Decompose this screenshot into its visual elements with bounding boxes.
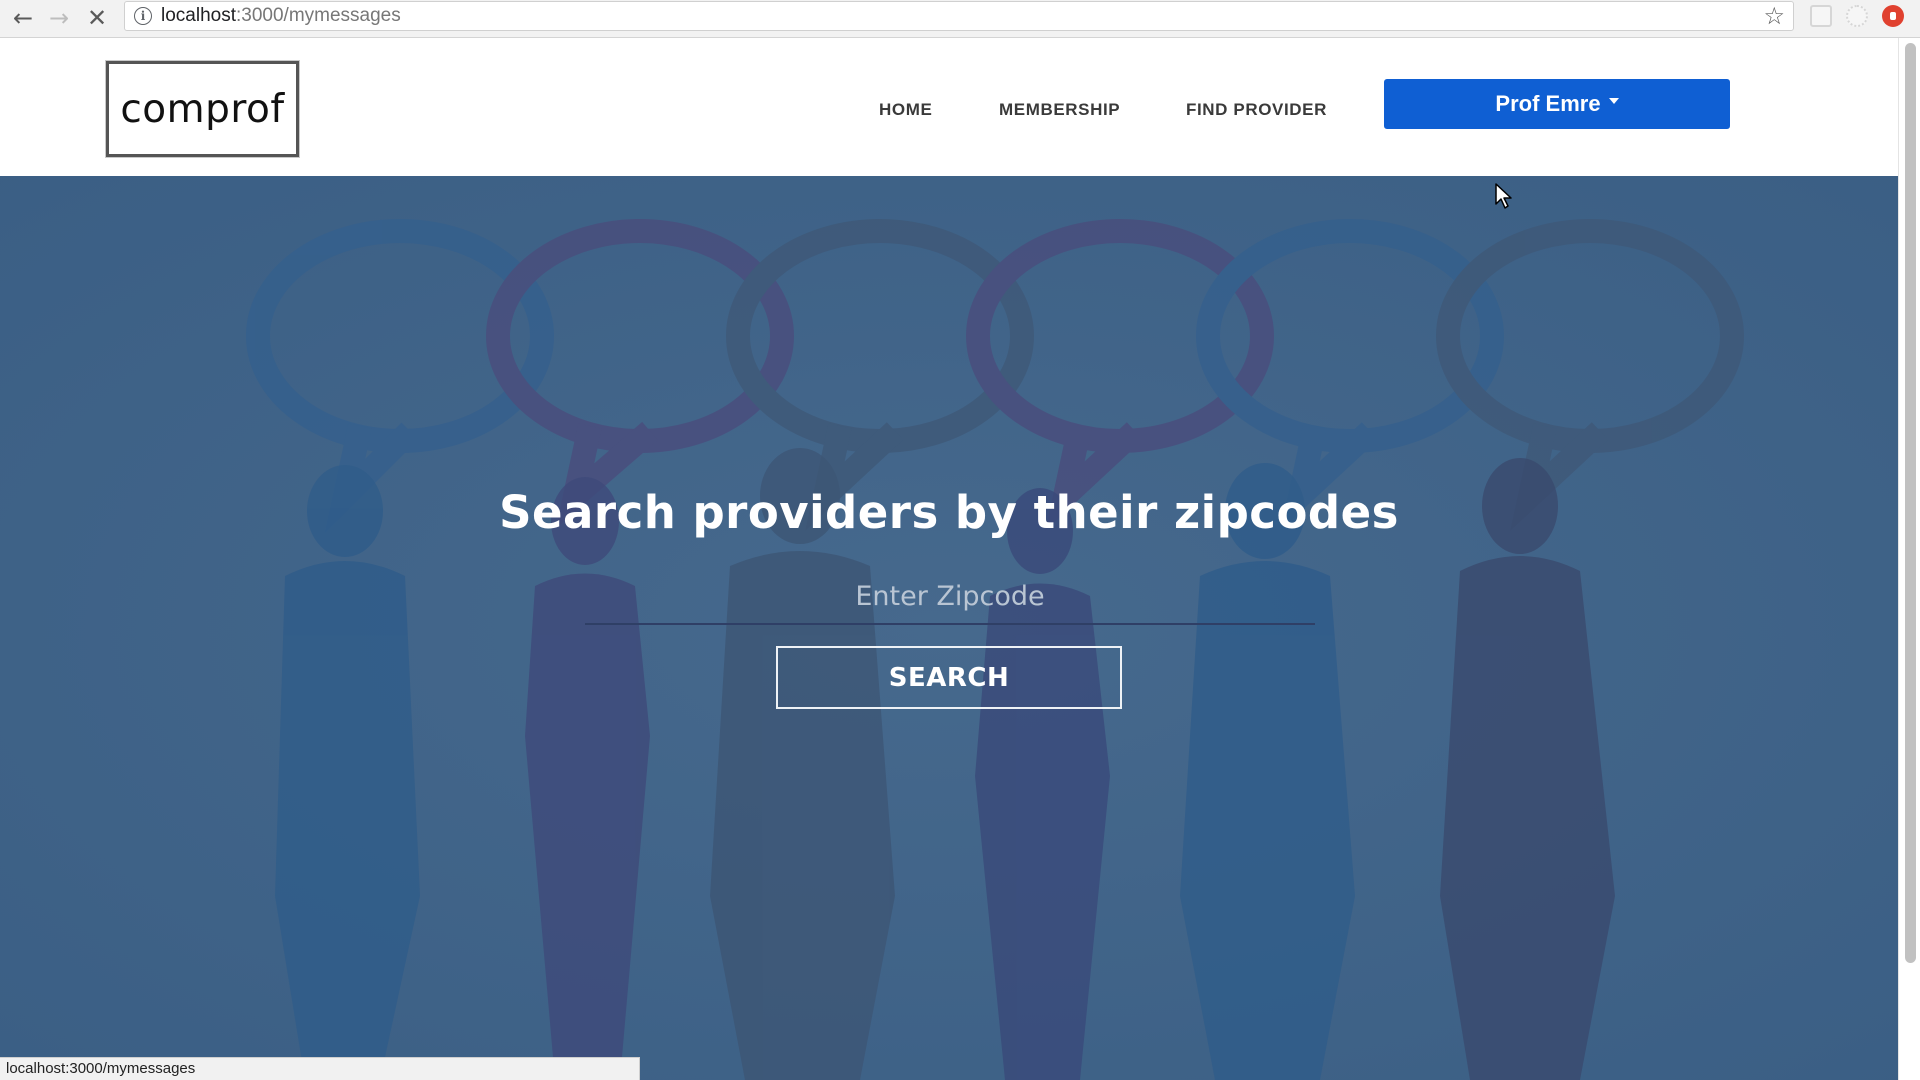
close-icon: ✕ <box>86 4 108 32</box>
status-url-bubble: localhost:3000/mymessages <box>0 1057 640 1080</box>
nav-membership[interactable]: MEMBERSHIP <box>999 100 1120 120</box>
nav-find-provider[interactable]: FIND PROVIDER <box>1186 100 1327 120</box>
hero-title: Search providers by their zipcodes <box>499 486 1399 539</box>
search-button[interactable]: SEARCH <box>776 646 1122 709</box>
zipcode-input[interactable] <box>585 569 1315 625</box>
address-bar[interactable]: i localhost:3000/mymessages ☆ <box>124 1 1794 31</box>
url-path: :3000/mymessages <box>236 5 401 26</box>
extension-icon[interactable] <box>1810 5 1832 27</box>
back-button[interactable]: ← <box>8 3 38 33</box>
url-text[interactable]: localhost:3000/mymessages <box>161 5 401 27</box>
logo-text: comprof <box>120 86 285 132</box>
url-host: localhost <box>161 5 236 26</box>
site-header: comprof HOME MEMBERSHIP FIND PROVIDER Pr… <box>0 38 1898 176</box>
extension-icon[interactable] <box>1846 5 1868 27</box>
info-icon[interactable]: i <box>134 7 152 25</box>
browser-toolbar: ← → ✕ i localhost:3000/mymessages ☆ <box>0 0 1920 38</box>
arrow-left-icon: ← <box>12 4 34 32</box>
user-menu-button[interactable]: Prof Emre <box>1384 79 1730 129</box>
page-scrollbar[interactable] <box>1898 38 1920 1080</box>
star-icon[interactable]: ☆ <box>1763 2 1785 30</box>
arrow-right-icon: → <box>48 4 70 32</box>
mouse-cursor-icon <box>1495 183 1512 209</box>
scrollbar-thumb[interactable] <box>1905 43 1916 963</box>
extension-icon[interactable] <box>1882 5 1904 27</box>
hero-background-image <box>0 176 1898 1080</box>
stop-loading-button[interactable]: ✕ <box>82 3 112 33</box>
user-menu-label: Prof Emre <box>1495 91 1601 116</box>
nav-home[interactable]: HOME <box>879 100 932 120</box>
caret-down-icon <box>1608 98 1619 104</box>
site-logo[interactable]: comprof <box>106 61 299 157</box>
forward-button[interactable]: → <box>44 3 74 33</box>
hero-section: Search providers by their zipcodes SEARC… <box>0 176 1898 1080</box>
